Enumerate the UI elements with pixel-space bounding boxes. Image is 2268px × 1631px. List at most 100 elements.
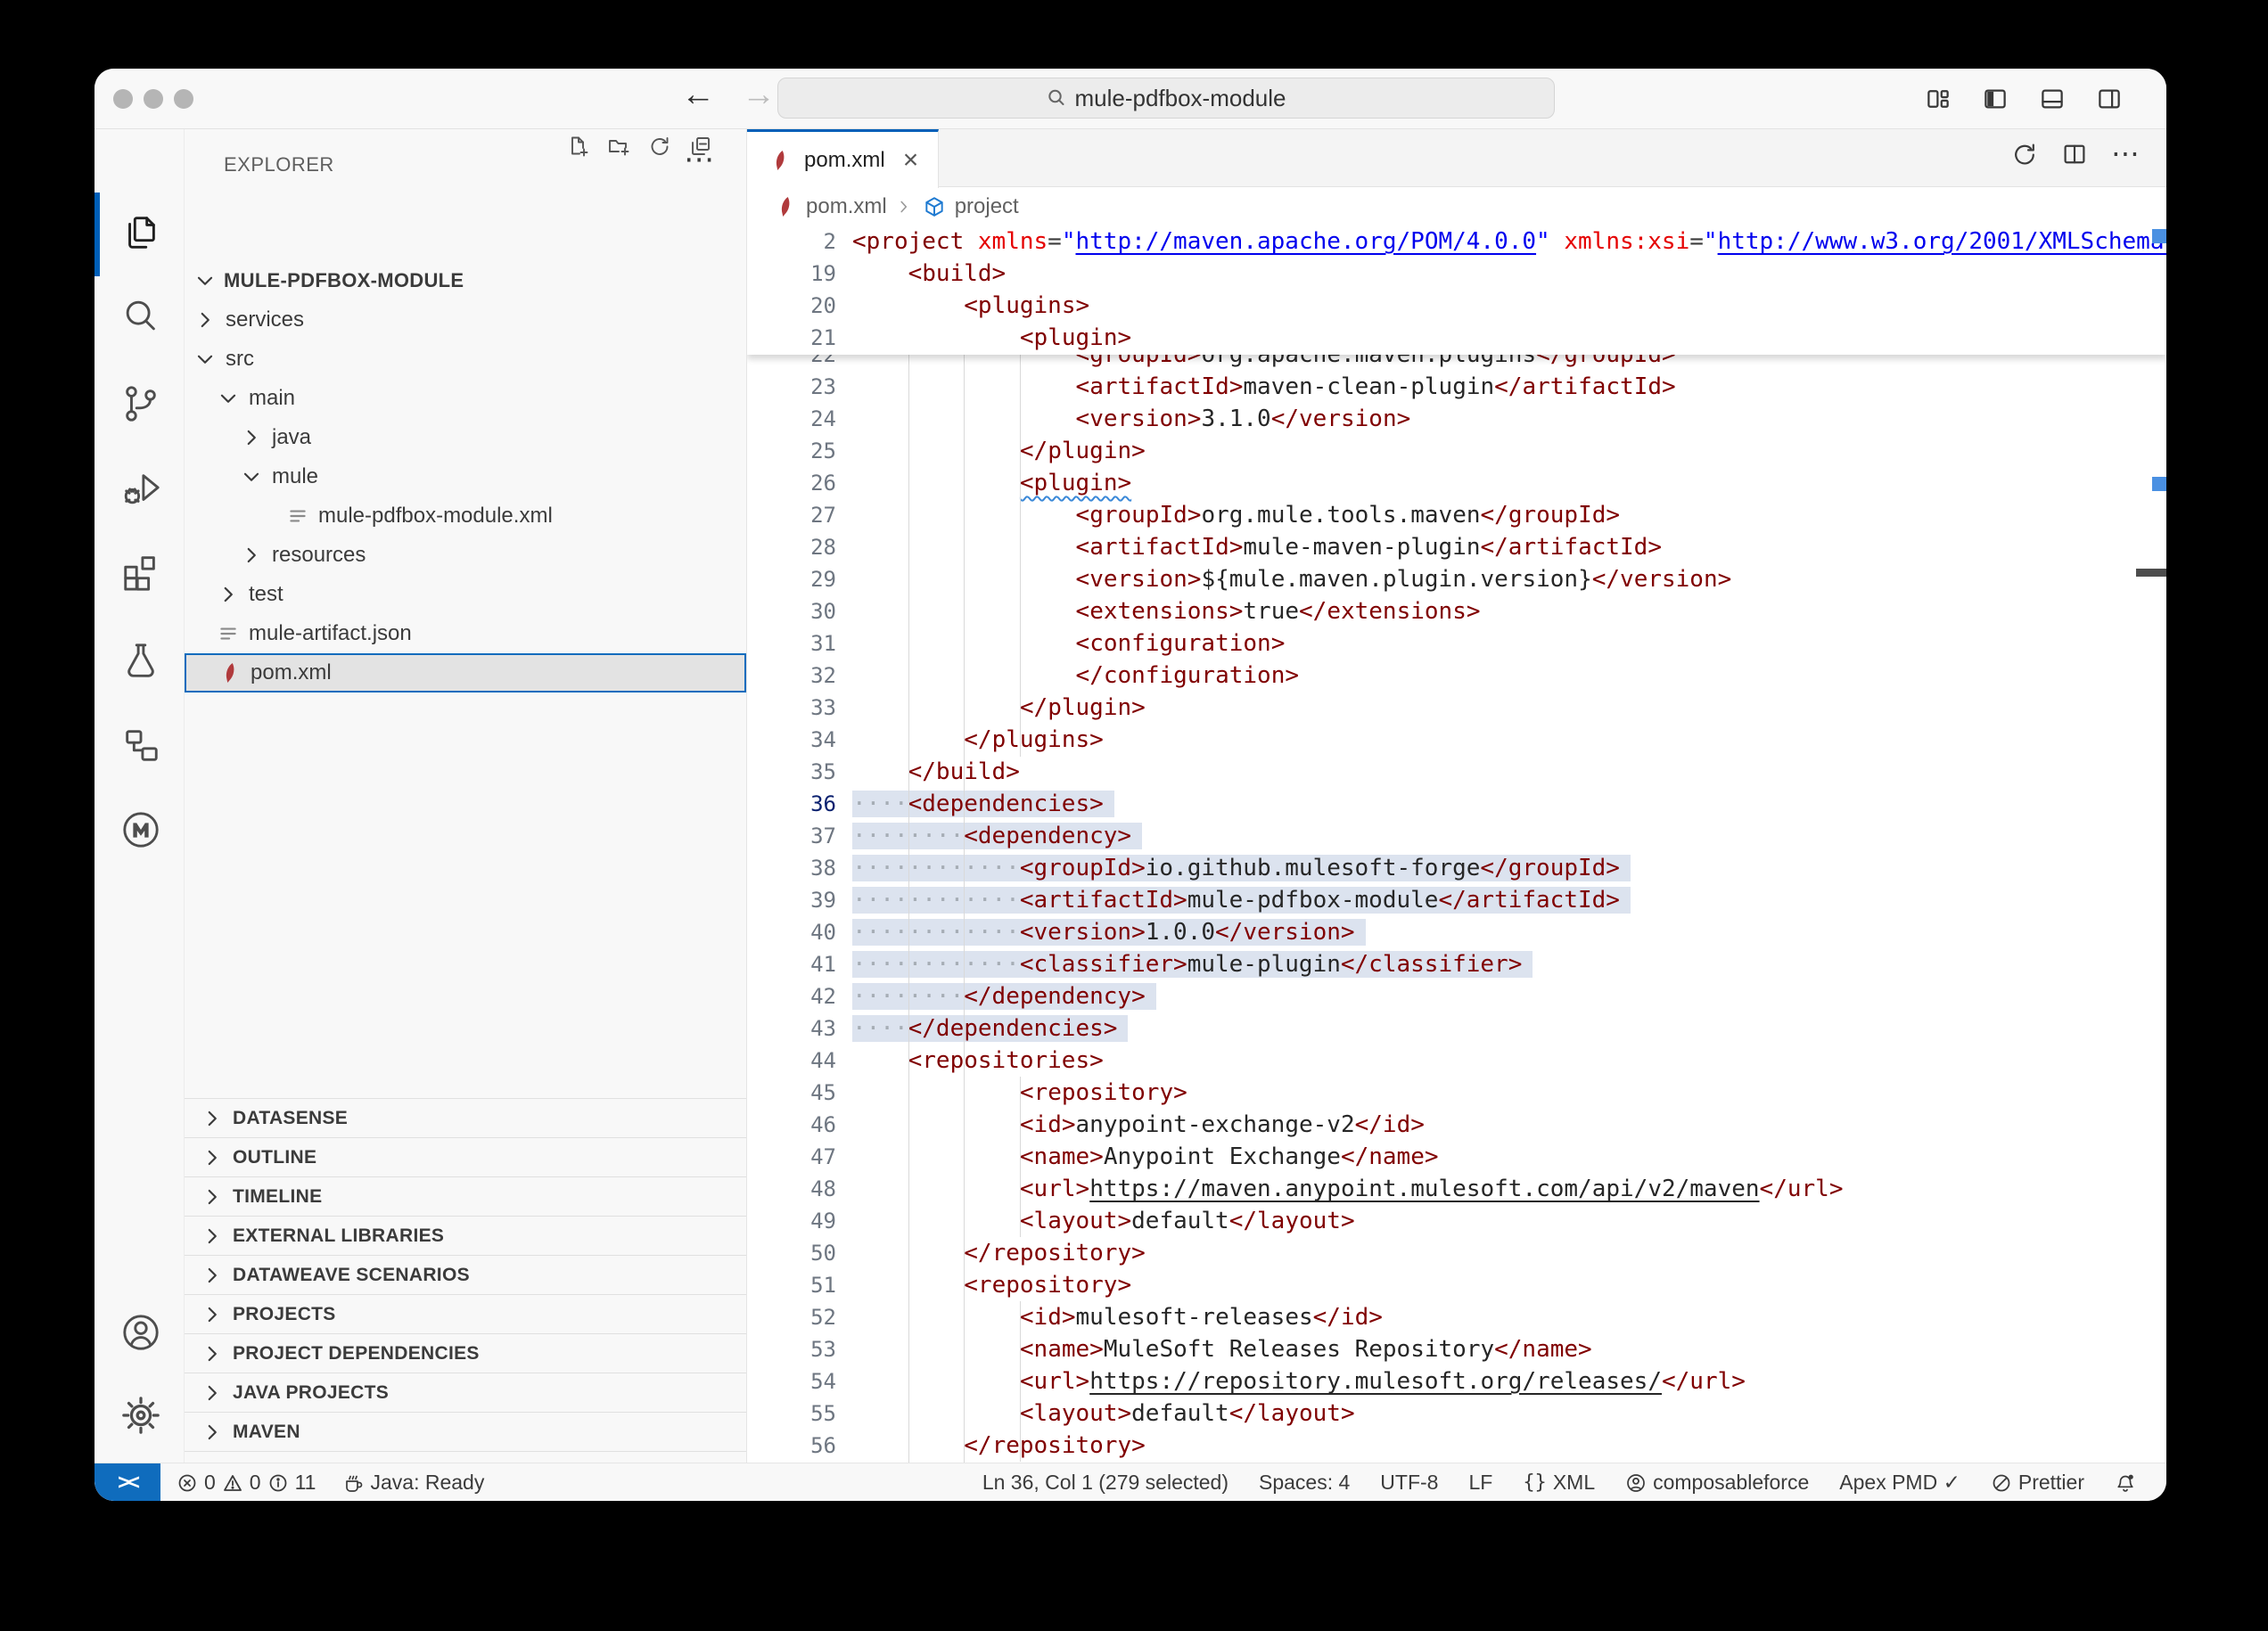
code-line-51[interactable]: 51<repository> [747,1269,2166,1301]
line-number[interactable]: 52 [747,1301,836,1333]
code-line-43[interactable]: 43····</dependencies> [747,1012,2166,1045]
code-line-40[interactable]: 40············<version>1.0.0</version> [747,916,2166,948]
section-dataweave-scenarios[interactable]: DATAWEAVE SCENARIOS [185,1255,746,1294]
line-number[interactable]: 29 [747,563,836,595]
line-number[interactable]: 44 [747,1045,836,1077]
section-outline[interactable]: OUTLINE [185,1137,746,1176]
code-line-28[interactable]: 28<artifactId>mule-maven-plugin</artifac… [747,531,2166,563]
code-line-48[interactable]: 48<url>https://maven.anypoint.mulesoft.c… [747,1173,2166,1205]
code-line-38[interactable]: 38············<groupId>io.github.mulesof… [747,852,2166,884]
code-line-33[interactable]: 33</plugin> [747,692,2166,724]
code-line-31[interactable]: 31<configuration> [747,627,2166,660]
section-external-libraries[interactable]: EXTERNAL LIBRARIES [185,1216,746,1255]
line-number[interactable]: 35 [747,756,836,788]
line-number[interactable]: 39 [747,884,836,916]
close-tab-icon[interactable]: × [903,145,919,176]
tree-item-mule-artifact-json[interactable]: mule-artifact.json [185,614,746,653]
code-line-55[interactable]: 55<layout>default</layout> [747,1397,2166,1430]
section-java-projects[interactable]: JAVA PROJECTS [185,1373,746,1412]
new-file-icon[interactable] [566,135,589,158]
line-number[interactable]: 34 [747,724,836,756]
tab-pom-xml[interactable]: pom.xml × [747,129,939,188]
activity-project-hierarchy-icon[interactable] [120,725,161,766]
tree-item-mule[interactable]: mule [185,457,746,496]
tree-item-src[interactable]: src [185,340,746,379]
code-line-45[interactable]: 45<repository> [747,1077,2166,1109]
forward-arrow-icon[interactable]: → [742,76,776,114]
toggle-panel-icon[interactable] [2034,81,2070,117]
line-number[interactable]: 55 [747,1397,836,1430]
tree-item-pom-xml[interactable]: pom.xml [185,653,746,693]
tree-item-services[interactable]: services [185,300,746,340]
activity-run-debug-icon[interactable] [120,468,161,509]
language-status[interactable]: {}XML [1523,1471,1595,1495]
line-number[interactable]: 27 [747,499,836,531]
code-line-35[interactable]: 35</build> [747,756,2166,788]
line-number[interactable]: 46 [747,1109,836,1141]
line-number[interactable]: 42 [747,980,836,1012]
line-number[interactable]: 21 [747,322,836,354]
line-number[interactable]: 43 [747,1012,836,1045]
account-status[interactable]: composableforce [1625,1471,1809,1495]
line-number[interactable]: 25 [747,435,836,467]
tree-item-main[interactable]: main [185,379,746,418]
line-number[interactable]: 28 [747,531,836,563]
line-number[interactable]: 56 [747,1430,836,1462]
tree-item-resources[interactable]: resources [185,536,746,575]
line-number[interactable]: 33 [747,692,836,724]
code-line-2[interactable]: 2<project xmlns="http://maven.apache.org… [747,225,2166,258]
zoom-button[interactable] [174,89,193,109]
apex-pmd-status[interactable]: Apex PMD ✓ [1839,1471,1960,1495]
line-number[interactable]: 40 [747,916,836,948]
code-line-56[interactable]: 56</repository> [747,1430,2166,1462]
code-line-47[interactable]: 47<name>Anypoint Exchange</name> [747,1141,2166,1173]
activity-testing-icon[interactable] [120,640,161,681]
code-line-24[interactable]: 24<version>3.1.0</version> [747,403,2166,435]
line-number[interactable]: 32 [747,660,836,692]
code-line-52[interactable]: 52<id>mulesoft-releases</id> [747,1301,2166,1333]
line-number[interactable]: 51 [747,1269,836,1301]
close-button[interactable] [113,89,133,109]
toggle-secondary-sidebar-icon[interactable] [2091,81,2127,117]
code-line-37[interactable]: 37········<dependency> [747,820,2166,852]
tree-item-java[interactable]: java [185,418,746,457]
code-line-54[interactable]: 54<url>https://repository.mulesoft.org/r… [747,1365,2166,1397]
code-line-50[interactable]: 50</repository> [747,1237,2166,1269]
activity-settings-gear-icon[interactable] [120,1395,161,1436]
activity-explorer-icon[interactable] [120,212,161,253]
code-line-32[interactable]: 32</configuration> [747,660,2166,692]
line-number[interactable]: 54 [747,1365,836,1397]
line-number[interactable]: 24 [747,403,836,435]
line-number[interactable]: 48 [747,1173,836,1205]
collapse-all-icon[interactable] [689,135,712,158]
indentation-status[interactable]: Spaces: 4 [1259,1471,1350,1495]
back-arrow-icon[interactable]: ← [681,76,715,114]
breadcrumb-item[interactable]: pom.xml [806,194,887,219]
java-status[interactable]: Java: Ready [342,1471,484,1495]
section-datasense[interactable]: DATASENSE [185,1098,746,1137]
line-number[interactable]: 38 [747,852,836,884]
line-number[interactable]: 53 [747,1333,836,1365]
code-line-19[interactable]: 19<build> [747,258,2166,290]
line-number[interactable]: 49 [747,1205,836,1237]
more-icon[interactable]: ⋯ [2111,140,2140,168]
command-center-search[interactable]: mule-pdfbox-module [777,78,1555,119]
activity-mulesoft-icon[interactable] [120,809,161,850]
tree-root-row[interactable]: MULE-PDFBOX-MODULE [185,261,746,300]
code-line-42[interactable]: 42········</dependency> [747,980,2166,1012]
section-project-dependencies[interactable]: PROJECT DEPENDENCIES [185,1333,746,1373]
line-number[interactable]: 47 [747,1141,836,1173]
line-number[interactable]: 45 [747,1077,836,1109]
eol-status[interactable]: LF [1468,1471,1492,1495]
code-line-36[interactable]: 36····<dependencies> [747,788,2166,820]
code-line-20[interactable]: 20<plugins> [747,290,2166,322]
code-line-30[interactable]: 30<extensions>true</extensions> [747,595,2166,627]
remote-indicator[interactable]: >< [94,1463,160,1501]
encoding-status[interactable]: UTF-8 [1380,1471,1438,1495]
code-line-34[interactable]: 34</plugins> [747,724,2166,756]
minimize-button[interactable] [144,89,163,109]
toggle-primary-sidebar-icon[interactable] [1977,81,2013,117]
breadcrumb-item[interactable]: project [955,194,1019,219]
sync-icon[interactable] [2011,141,2038,168]
tree-item-mule-pdfbox-module-xml[interactable]: mule-pdfbox-module.xml [185,496,746,536]
